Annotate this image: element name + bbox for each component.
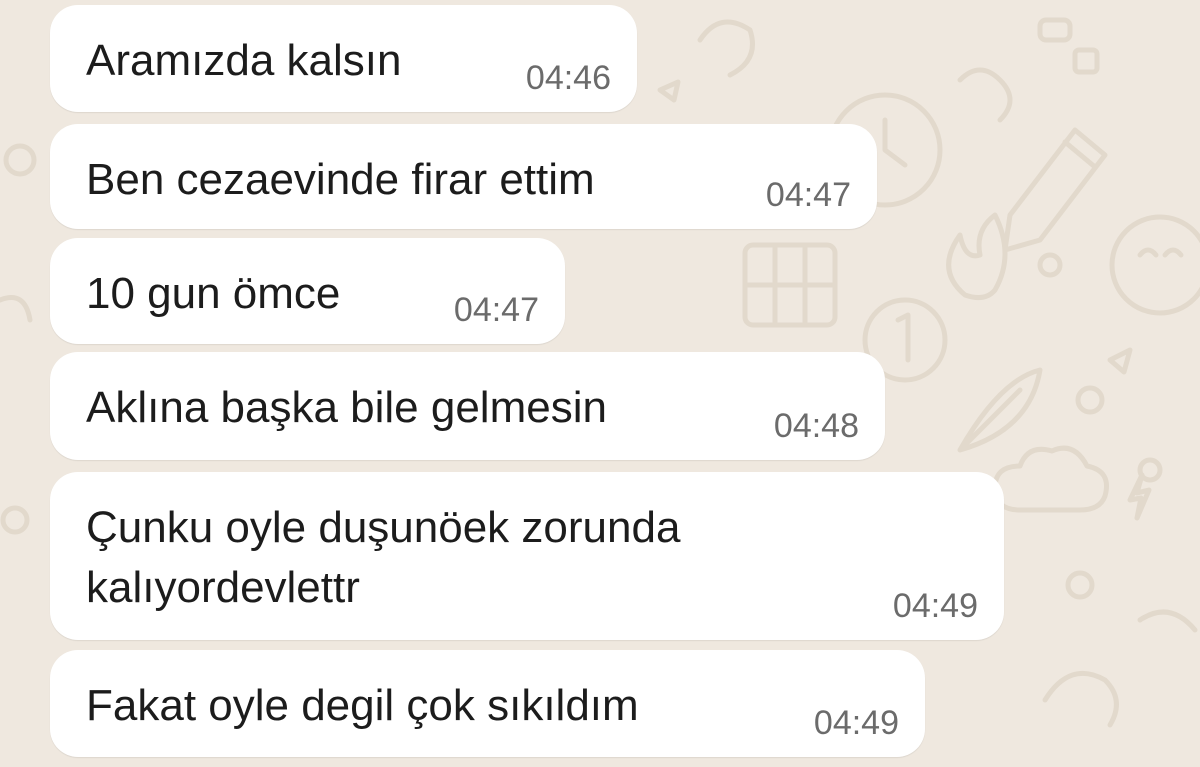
message-text: Ben cezaevinde firar ettim [86,155,595,204]
message-text: 10 gun ömce [86,269,341,318]
message-text-line: kalıyordevlettr [86,563,360,612]
leaf-doodle-icon [957,367,1043,453]
message-bubble[interactable]: Aramızda kalsın 04:46 [50,5,637,112]
message-bubble[interactable]: Fakat oyle degil çok sıkıldım 04:49 [50,650,925,757]
message-bubble[interactable]: Aklına başka bile gelmesin 04:48 [50,352,885,460]
message-timestamp: 04:49 [813,704,899,742]
cloud-doodle-icon [992,445,1109,513]
message-text: Aklına başka bile gelmesin [86,383,607,432]
message-timestamp: 04:46 [525,59,611,97]
message-timestamp: 04:47 [453,291,539,329]
message-bubble[interactable]: Ben cezaevinde firar ettim 04:47 [50,124,877,229]
message-text-line: Çunku oyle duşunöek zorunda [86,503,681,552]
message-bubble[interactable]: 10 gun ömce 04:47 [50,238,565,344]
smiley-doodle-icon [1109,214,1200,316]
message-timestamp: 04:47 [765,176,851,214]
message-text: Fakat oyle degil çok sıkıldım [86,681,639,730]
flame-doodle-icon [946,212,1008,301]
message-timestamp: 04:48 [773,407,859,445]
message-bubble[interactable]: Çunku oyle duşunöek zorunda kalıyordevle… [50,472,1004,640]
chocolate-doodle-icon [742,242,838,328]
message-text: Çunku oyle duşunöek zorunda kalıyordevle… [86,498,680,618]
message-text: Aramızda kalsın [86,36,402,85]
message-timestamp: 04:49 [892,587,978,625]
pencil-doodle-icon [1002,127,1108,253]
